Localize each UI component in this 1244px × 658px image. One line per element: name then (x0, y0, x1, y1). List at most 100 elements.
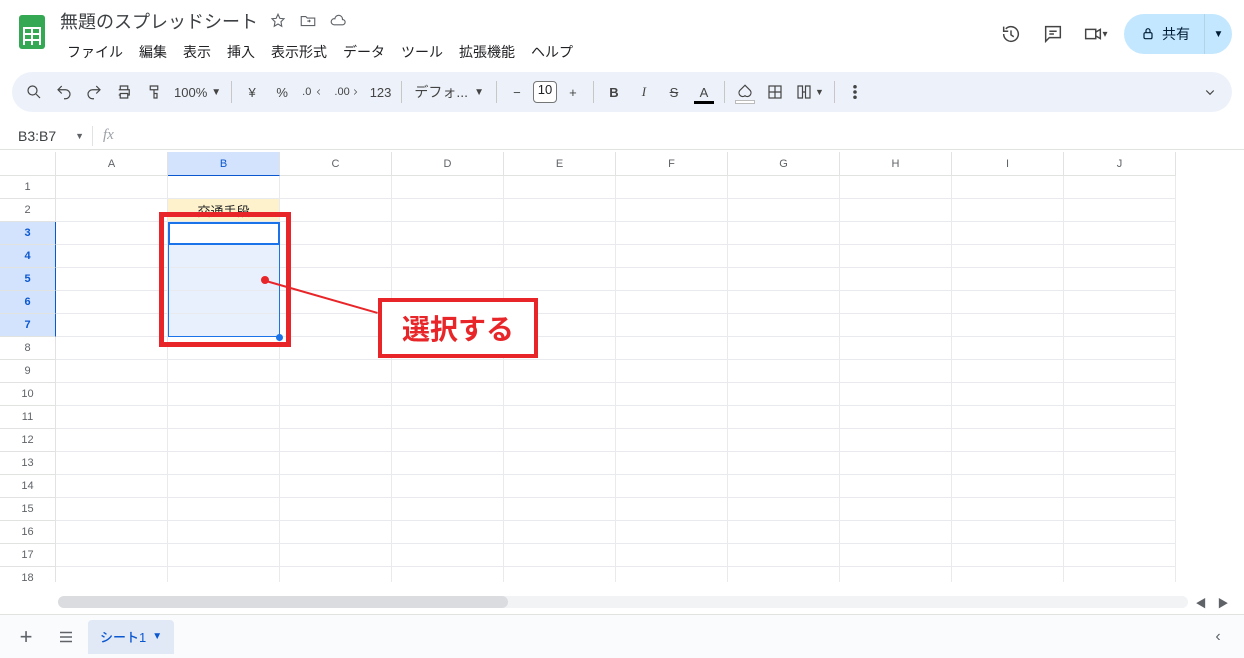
cell-J17[interactable] (1064, 544, 1176, 567)
cell-D18[interactable] (392, 567, 504, 582)
column-header-F[interactable]: F (616, 152, 728, 176)
merge-cells-button[interactable]: ▼ (791, 78, 828, 106)
cell-J1[interactable] (1064, 176, 1176, 199)
row-header-15[interactable]: 15 (0, 498, 56, 521)
cell-F7[interactable] (616, 314, 728, 337)
cell-A4[interactable] (56, 245, 168, 268)
formula-bar-input[interactable] (124, 122, 1244, 149)
history-icon[interactable] (998, 21, 1024, 47)
sheet-tab-menu-icon[interactable]: ▼ (152, 631, 162, 642)
add-sheet-button[interactable]: + (8, 621, 44, 653)
decrease-decimals-button[interactable]: .0 (298, 78, 328, 106)
currency-button[interactable]: ¥ (238, 78, 266, 106)
cell-F16[interactable] (616, 521, 728, 544)
cell-A2[interactable] (56, 199, 168, 222)
cell-J16[interactable] (1064, 521, 1176, 544)
row-header-1[interactable]: 1 (0, 176, 56, 199)
meet-icon[interactable]: ▾ (1082, 21, 1108, 47)
cell-E13[interactable] (504, 452, 616, 475)
cell-A18[interactable] (56, 567, 168, 582)
cell-D11[interactable] (392, 406, 504, 429)
cell-I11[interactable] (952, 406, 1064, 429)
cell-C14[interactable] (280, 475, 392, 498)
cell-F8[interactable] (616, 337, 728, 360)
menu-format[interactable]: 表示形式 (264, 38, 334, 66)
sheets-logo[interactable] (12, 12, 52, 52)
cell-E11[interactable] (504, 406, 616, 429)
cell-D12[interactable] (392, 429, 504, 452)
cell-C2[interactable] (280, 199, 392, 222)
cell-G6[interactable] (728, 291, 840, 314)
cell-C18[interactable] (280, 567, 392, 582)
select-all-corner[interactable] (0, 152, 56, 176)
cell-J12[interactable] (1064, 429, 1176, 452)
cell-G14[interactable] (728, 475, 840, 498)
text-color-button[interactable]: A (690, 78, 718, 106)
column-header-D[interactable]: D (392, 152, 504, 176)
cell-G16[interactable] (728, 521, 840, 544)
cell-H2[interactable] (840, 199, 952, 222)
menu-edit[interactable]: 編集 (132, 38, 174, 66)
cell-I14[interactable] (952, 475, 1064, 498)
cell-B3[interactable] (168, 222, 280, 245)
cell-H16[interactable] (840, 521, 952, 544)
cell-F4[interactable] (616, 245, 728, 268)
menu-extensions[interactable]: 拡張機能 (452, 38, 522, 66)
cell-J18[interactable] (1064, 567, 1176, 582)
menu-data[interactable]: データ (336, 38, 392, 66)
cell-E17[interactable] (504, 544, 616, 567)
cell-C9[interactable] (280, 360, 392, 383)
borders-button[interactable] (761, 78, 789, 106)
menu-file[interactable]: ファイル (60, 38, 130, 66)
cell-H17[interactable] (840, 544, 952, 567)
cell-H8[interactable] (840, 337, 952, 360)
cell-F13[interactable] (616, 452, 728, 475)
cell-C15[interactable] (280, 498, 392, 521)
horizontal-scrollbar[interactable]: ◀ ▶ (12, 594, 1232, 612)
cell-C7[interactable] (280, 314, 392, 337)
horizontal-scroll-thumb[interactable] (58, 596, 508, 608)
cell-G9[interactable] (728, 360, 840, 383)
cell-G15[interactable] (728, 498, 840, 521)
row-header-6[interactable]: 6 (0, 291, 56, 314)
cell-F3[interactable] (616, 222, 728, 245)
cell-E12[interactable] (504, 429, 616, 452)
cell-J11[interactable] (1064, 406, 1176, 429)
scroll-right-icon[interactable]: ▶ (1214, 594, 1232, 612)
cell-A10[interactable] (56, 383, 168, 406)
cell-H11[interactable] (840, 406, 952, 429)
cell-D2[interactable] (392, 199, 504, 222)
menu-tools[interactable]: ツール (394, 38, 450, 66)
cell-A8[interactable] (56, 337, 168, 360)
cell-F17[interactable] (616, 544, 728, 567)
cell-I3[interactable] (952, 222, 1064, 245)
cell-E4[interactable] (504, 245, 616, 268)
cell-D4[interactable] (392, 245, 504, 268)
all-sheets-button[interactable] (48, 621, 84, 653)
cell-F18[interactable] (616, 567, 728, 582)
cell-E16[interactable] (504, 521, 616, 544)
column-header-I[interactable]: I (952, 152, 1064, 176)
menu-help[interactable]: ヘルプ (524, 38, 580, 66)
cell-B16[interactable] (168, 521, 280, 544)
cell-G7[interactable] (728, 314, 840, 337)
cell-I15[interactable] (952, 498, 1064, 521)
cell-E3[interactable] (504, 222, 616, 245)
search-menus-icon[interactable] (20, 78, 48, 106)
column-header-G[interactable]: G (728, 152, 840, 176)
cell-F10[interactable] (616, 383, 728, 406)
cell-B13[interactable] (168, 452, 280, 475)
explore-button[interactable]: ‹ (1200, 621, 1236, 653)
cell-J3[interactable] (1064, 222, 1176, 245)
cell-H9[interactable] (840, 360, 952, 383)
cell-J10[interactable] (1064, 383, 1176, 406)
cell-C1[interactable] (280, 176, 392, 199)
decrease-fontsize-button[interactable]: − (503, 78, 531, 106)
cell-I2[interactable] (952, 199, 1064, 222)
move-folder-icon[interactable] (298, 11, 318, 31)
cell-H12[interactable] (840, 429, 952, 452)
comments-icon[interactable] (1040, 21, 1066, 47)
cell-J5[interactable] (1064, 268, 1176, 291)
cell-D13[interactable] (392, 452, 504, 475)
cell-H1[interactable] (840, 176, 952, 199)
